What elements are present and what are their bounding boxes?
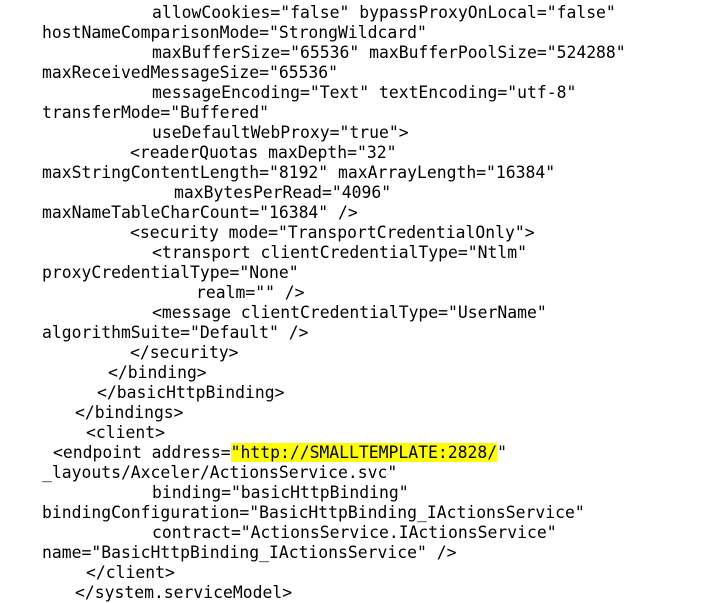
code-line: maxReceivedMessageSize="65536" bbox=[42, 63, 701, 83]
code-text: allowCookies="false" bypassProxyOnLocal=… bbox=[152, 3, 616, 22]
code-text: maxBytesPerRead="4096" bbox=[174, 183, 392, 202]
code-line: algorithmSuite="Default" /> bbox=[42, 323, 701, 343]
code-line: </binding> bbox=[42, 363, 701, 383]
code-text: <endpoint address= bbox=[53, 443, 231, 462]
code-text: algorithmSuite="Default" /> bbox=[42, 323, 309, 342]
code-text: transferMode="Buffered" bbox=[42, 103, 269, 122]
code-text: maxReceivedMessageSize="65536" bbox=[42, 63, 339, 82]
code-text: <security mode="TransportCredentialOnly"… bbox=[130, 223, 535, 242]
code-text: contract="ActionsService.IActionsService… bbox=[152, 523, 557, 542]
code-line: <transport clientCredentialType="Ntlm" bbox=[42, 243, 701, 263]
code-line: binding="basicHttpBinding" bbox=[42, 483, 701, 503]
code-block[interactable]: allowCookies="false" bypassProxyOnLocal=… bbox=[0, 0, 701, 602]
code-text: proxyCredentialType="None" bbox=[42, 263, 299, 282]
code-text: </system.serviceModel> bbox=[75, 583, 293, 602]
code-text: <message clientCredentialType="UserName" bbox=[152, 303, 547, 322]
code-line: proxyCredentialType="None" bbox=[42, 263, 701, 283]
code-line: maxStringContentLength="8192" maxArrayLe… bbox=[42, 163, 701, 183]
code-text-tail: " bbox=[497, 443, 507, 462]
code-line: messageEncoding="Text" textEncoding="utf… bbox=[42, 83, 701, 103]
code-text: name="BasicHttpBinding_IActionsService" … bbox=[42, 543, 457, 562]
code-line: maxBufferSize="65536" maxBufferPoolSize=… bbox=[42, 43, 701, 63]
code-line: maxBytesPerRead="4096" bbox=[42, 183, 701, 203]
code-text: binding="basicHttpBinding" bbox=[152, 483, 409, 502]
code-text: <client> bbox=[86, 423, 165, 442]
code-line: realm="" /> bbox=[42, 283, 701, 303]
code-text: hostNameComparisonMode="StrongWildcard" bbox=[42, 23, 427, 42]
code-line: useDefaultWebProxy="true"> bbox=[42, 123, 701, 143]
code-line: <readerQuotas maxDepth="32" bbox=[42, 143, 701, 163]
code-line: </client> bbox=[42, 563, 701, 583]
code-line: hostNameComparisonMode="StrongWildcard" bbox=[42, 23, 701, 43]
code-line: bindingConfiguration="BasicHttpBinding_I… bbox=[42, 503, 701, 523]
code-line: maxNameTableCharCount="16384" /> bbox=[42, 203, 701, 223]
code-line: </security> bbox=[42, 343, 701, 363]
code-text: useDefaultWebProxy="true"> bbox=[152, 123, 409, 142]
code-text: _layouts/Axceler/ActionsService.svc" bbox=[42, 463, 398, 482]
code-line: <message clientCredentialType="UserName" bbox=[42, 303, 701, 323]
code-text: realm="" /> bbox=[196, 283, 305, 302]
code-line: transferMode="Buffered" bbox=[42, 103, 701, 123]
code-line: allowCookies="false" bypassProxyOnLocal=… bbox=[42, 3, 701, 23]
code-text: bindingConfiguration="BasicHttpBinding_I… bbox=[42, 503, 585, 522]
code-line: contract="ActionsService.IActionsService… bbox=[42, 523, 701, 543]
code-text: <readerQuotas maxDepth="32" bbox=[130, 143, 397, 162]
code-text: </basicHttpBinding> bbox=[97, 383, 285, 402]
code-text: </client> bbox=[86, 563, 175, 582]
code-line: </bindings> bbox=[42, 403, 701, 423]
code-text: </security> bbox=[130, 343, 239, 362]
code-text: messageEncoding="Text" textEncoding="utf… bbox=[152, 83, 577, 102]
code-text: maxBufferSize="65536" maxBufferPoolSize=… bbox=[152, 43, 626, 62]
code-text: maxNameTableCharCount="16384" /> bbox=[42, 203, 358, 222]
code-text: maxStringContentLength="8192" maxArrayLe… bbox=[42, 163, 556, 182]
code-line: <security mode="TransportCredentialOnly"… bbox=[42, 223, 701, 243]
code-line: </basicHttpBinding> bbox=[42, 383, 701, 403]
code-text: <transport clientCredentialType="Ntlm" bbox=[152, 243, 527, 262]
highlighted-url[interactable]: "http://SMALLTEMPLATE:2828/ bbox=[230, 443, 498, 462]
code-text: </bindings> bbox=[75, 403, 184, 422]
code-line: <client> bbox=[42, 423, 701, 443]
code-text: </binding> bbox=[108, 363, 207, 382]
code-line: name="BasicHttpBinding_IActionsService" … bbox=[42, 543, 701, 563]
code-line: _layouts/Axceler/ActionsService.svc" bbox=[42, 463, 701, 483]
code-line: </system.serviceModel> bbox=[42, 583, 701, 603]
code-line: <endpoint address="http://SMALLTEMPLATE:… bbox=[42, 443, 701, 463]
